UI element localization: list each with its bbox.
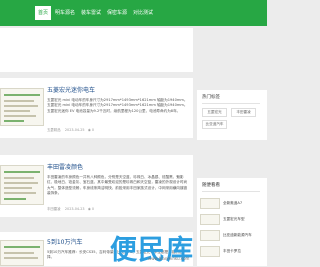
views-count: 0 bbox=[91, 207, 95, 211]
tag-link[interactable]: 五菱宏光 bbox=[202, 108, 227, 117]
article-excerpt: 五菱宏光 mini 电动车的车身尺寸为2917mm*1493mm*1621mm … bbox=[47, 98, 188, 113]
top-nav: 首页 明车源名 装车雷试 保密车源 对比测试 bbox=[0, 0, 267, 26]
rec-title[interactable]: 比亚迪新能源汽车 bbox=[223, 233, 252, 238]
article-excerpt: 丰田雷凌的车身颜色一共有八种颜色，分别是天空蓝、珍珠白、冰晶银、炫酷黑、魅影红、… bbox=[47, 175, 188, 196]
article-meta: 丰田雷凌 2023-04-23 ◉ 0 bbox=[47, 207, 95, 211]
author-label: 丰田雷凌 bbox=[47, 207, 61, 211]
watermark-logo: 便民库 bbox=[110, 235, 194, 266]
date-label: 2023-04-23 bbox=[64, 207, 85, 211]
top-panel bbox=[0, 28, 193, 72]
rec-thumbnail[interactable] bbox=[200, 230, 220, 241]
author-label: 五菱精品 bbox=[47, 128, 61, 132]
rec-title[interactable]: 五菱宏光车型 bbox=[223, 217, 245, 222]
tag-link[interactable]: 比亚迪汽车 bbox=[202, 120, 227, 129]
random-picks-title: 随便看看 bbox=[202, 183, 220, 188]
nav-item-1[interactable]: 明车源名 bbox=[53, 6, 77, 20]
article-title[interactable]: 五菱宏光迷你电车 bbox=[47, 87, 95, 95]
article-meta: 五菱精品 2023-04-25 ◉ 0 bbox=[47, 128, 95, 132]
hot-tags-title: 热门标签 bbox=[202, 95, 220, 100]
article-card[interactable]: 五菱宏光迷你电车 五菱宏光 mini 电动车的车身尺寸为2917mm*1493m… bbox=[0, 78, 193, 138]
tag-link[interactable]: 丰田雷凌 bbox=[231, 108, 256, 117]
rec-item[interactable]: 全新奥迪A7 bbox=[200, 198, 264, 209]
date-label: 2023-04-25 bbox=[64, 128, 85, 132]
views-count: 0 bbox=[91, 128, 95, 132]
nav-item-2[interactable]: 装车雷试 bbox=[79, 6, 103, 20]
hot-tags-panel: 热门标签 五菱宏光 丰田雷凌 比亚迪汽车 bbox=[197, 90, 267, 140]
article-title[interactable]: 丰田雷凌颜色 bbox=[47, 164, 83, 172]
random-picks-panel: 随便看看 全新奥迪A7 五菱宏光车型 比亚迪新能源汽车 丰田卡罗拉 bbox=[197, 178, 267, 266]
rec-title[interactable]: 丰田卡罗拉 bbox=[223, 249, 241, 254]
article-thumbnail[interactable] bbox=[0, 88, 44, 126]
rec-thumbnail[interactable] bbox=[200, 246, 220, 257]
rec-thumbnail[interactable] bbox=[200, 214, 220, 225]
article-thumbnail[interactable] bbox=[0, 165, 44, 205]
rec-item[interactable]: 五菱宏光车型 bbox=[200, 214, 264, 225]
rec-item[interactable]: 丰田卡罗拉 bbox=[200, 246, 264, 257]
rec-title[interactable]: 全新奥迪A7 bbox=[223, 201, 242, 206]
nav-item-4[interactable]: 对比测试 bbox=[131, 6, 155, 20]
article-thumbnail[interactable] bbox=[0, 240, 44, 266]
watermark-url: www.bianminku.com bbox=[148, 256, 190, 261]
article-card[interactable]: 丰田雷凌颜色 丰田雷凌的车身颜色一共有八种颜色，分别是天空蓝、珍珠白、冰晶银、炫… bbox=[0, 155, 193, 217]
nav-home[interactable]: 首页 bbox=[35, 6, 51, 20]
nav-item-3[interactable]: 保密车源 bbox=[105, 6, 129, 20]
rec-thumbnail[interactable] bbox=[200, 198, 220, 209]
rec-item[interactable]: 比亚迪新能源汽车 bbox=[200, 230, 264, 241]
article-title[interactable]: 5到10万汽车 bbox=[47, 239, 82, 247]
